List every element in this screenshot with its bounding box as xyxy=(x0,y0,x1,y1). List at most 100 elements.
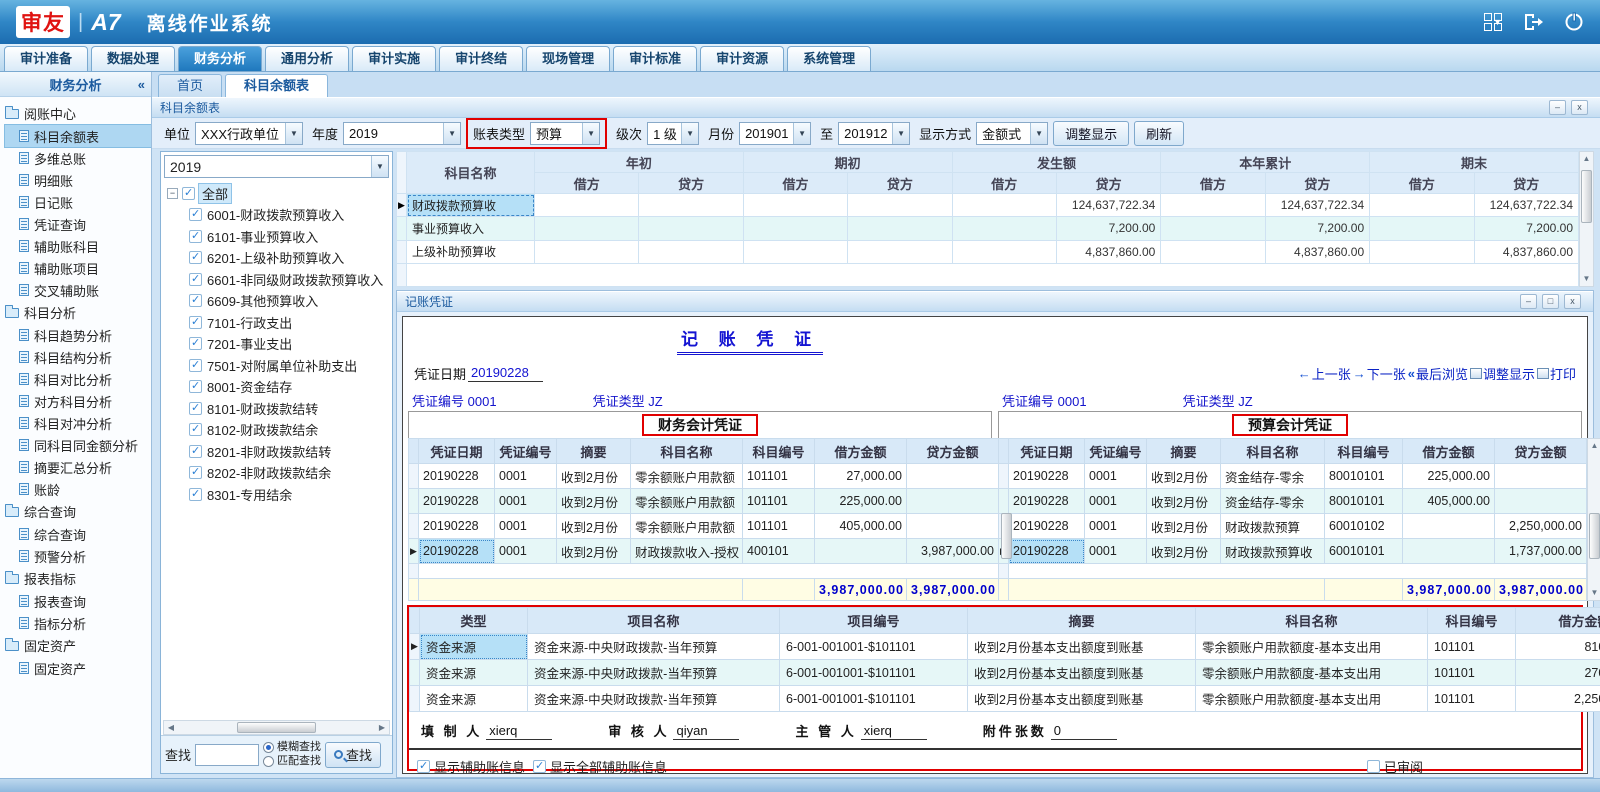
chevron-down-icon[interactable] xyxy=(582,123,599,144)
table-cell[interactable]: 7,200.00 xyxy=(1056,217,1160,240)
checkbox-icon[interactable] xyxy=(189,251,202,264)
account-tree-item[interactable]: 6001-财政拨款预算收入 xyxy=(167,204,392,226)
table-cell[interactable]: 80010101 xyxy=(1325,489,1403,514)
table-cell[interactable]: 6-001-001001-$101101 xyxy=(780,686,968,712)
table-cell[interactable]: 6-001-001001-$101101 xyxy=(780,660,968,686)
table-cell[interactable]: 2,250,000.00 xyxy=(1516,686,1600,712)
table-cell[interactable] xyxy=(952,194,1056,217)
col-subject-name[interactable]: 科目名称 xyxy=(1221,439,1325,464)
scrollbar-thumb[interactable] xyxy=(1001,513,1012,560)
table-cell[interactable] xyxy=(1370,240,1474,263)
chevron-down-icon[interactable] xyxy=(681,123,698,144)
col-summary[interactable]: 摘要 xyxy=(557,439,631,464)
vertical-scrollbar[interactable]: ▲ ▼ xyxy=(1579,151,1594,287)
scroll-right-arrow[interactable]: ▶ xyxy=(375,723,389,732)
minimize-button[interactable]: – xyxy=(1520,294,1537,309)
sidebar-group-yuezhang[interactable]: 阅账中心 xyxy=(5,102,151,125)
account-tree-item[interactable]: 7501-对附属单位补助支出 xyxy=(167,355,392,377)
sidebar-group-baobiao[interactable]: 报表指标 xyxy=(5,567,151,590)
table-cell[interactable]: 101101 xyxy=(743,514,815,539)
table-cell[interactable]: 上级补助预算收 xyxy=(407,240,535,263)
sidebar-item[interactable]: 交叉辅助账 xyxy=(5,279,151,301)
scroll-up-arrow[interactable]: ▲ xyxy=(1591,439,1599,453)
table-cell[interactable]: 101101 xyxy=(743,489,815,514)
scroll-left-arrow[interactable]: ◀ xyxy=(164,723,178,732)
checkbox-icon[interactable] xyxy=(189,359,202,372)
col-credit[interactable]: 贷方 xyxy=(1474,173,1578,194)
table-cell[interactable] xyxy=(1495,464,1587,489)
table-cell[interactable]: 7,200.00 xyxy=(1265,217,1369,240)
col-debit-amount[interactable]: 借方金额 xyxy=(815,439,907,464)
table-cell[interactable] xyxy=(907,489,999,514)
checkbox-icon[interactable] xyxy=(189,230,202,243)
table-row[interactable]: 201902280001收到2月份资金结存-零余80010101225,000.… xyxy=(999,464,1587,489)
table-cell[interactable]: 1,737,000.00 xyxy=(1495,539,1587,564)
account-tree-item[interactable]: 8201-非财政拨款结转 xyxy=(167,441,392,463)
tab-home[interactable]: 首页 xyxy=(158,74,222,97)
table-row[interactable]: ▶201902280001收到2月份财政拨款收入-授权4001013,987,0… xyxy=(409,539,999,564)
col-subject-code[interactable]: 科目编号 xyxy=(1428,608,1516,634)
table-cell[interactable]: 资金来源-中央财政拨款-当年预算 xyxy=(528,634,780,660)
table-cell[interactable]: 收到2月份 xyxy=(557,489,631,514)
checkbox-icon[interactable] xyxy=(189,273,202,286)
table-cell[interactable]: 收到2月份 xyxy=(557,514,631,539)
refresh-button[interactable]: 刷新 xyxy=(1134,121,1184,146)
account-tree-item[interactable]: 6201-上级补助预算收入 xyxy=(167,247,392,269)
col-project-code[interactable]: 项目编号 xyxy=(780,608,968,634)
account-tree-item[interactable]: 8202-非财政拨款结余 xyxy=(167,462,392,484)
table-cell[interactable]: 财政拨款预算 xyxy=(1221,514,1325,539)
col-subject-name[interactable]: 科目名称 xyxy=(1196,608,1428,634)
table-cell[interactable]: 0001 xyxy=(1085,489,1147,514)
col-group-periodstart[interactable]: 期初 xyxy=(743,152,952,173)
vertical-scrollbar[interactable]: ▲ ▼ xyxy=(1587,438,1600,601)
table-cell[interactable]: 零余额账户用款额 xyxy=(631,489,743,514)
col-debit-amount[interactable]: 借方金额 xyxy=(1403,439,1495,464)
table-cell[interactable]: 225,000.00 xyxy=(815,489,907,514)
checkbox-icon[interactable] xyxy=(189,337,202,350)
table-cell[interactable] xyxy=(639,240,743,263)
search-input[interactable] xyxy=(195,744,259,766)
table-cell[interactable]: 资金结存-零余 xyxy=(1221,464,1325,489)
table-cell[interactable]: 0001 xyxy=(1085,464,1147,489)
table-cell[interactable] xyxy=(1495,489,1587,514)
table-cell[interactable]: 资金来源 xyxy=(420,660,528,686)
display-mode-select[interactable]: 金额式 xyxy=(976,122,1048,145)
col-debit[interactable]: 借方 xyxy=(952,173,1056,194)
table-cell[interactable]: 零余额账户用款额度-基本支出用 xyxy=(1196,686,1428,712)
sidebar-item[interactable]: 科目对冲分析 xyxy=(5,412,151,434)
table-cell[interactable]: 收到2月份 xyxy=(1147,464,1221,489)
sidebar-item[interactable]: 多维总账 xyxy=(5,147,151,169)
sidebar-item[interactable]: 科目余额表 xyxy=(5,125,151,147)
main-tab[interactable]: 审计实施 xyxy=(352,46,436,71)
col-debit[interactable]: 借方 xyxy=(535,173,639,194)
sidebar-collapse-icon[interactable]: « xyxy=(138,77,145,92)
table-cell[interactable]: 零余额账户用款额 xyxy=(631,464,743,489)
table-row[interactable]: 资金来源资金来源-中央财政拨款-当年预算6-001-001001-$101101… xyxy=(410,660,1600,686)
col-group-occurred[interactable]: 发生额 xyxy=(952,152,1161,173)
table-cell[interactable]: 7,200.00 xyxy=(1474,217,1578,240)
collapse-expander-icon[interactable] xyxy=(167,188,178,199)
account-tree-item[interactable]: 6101-事业预算收入 xyxy=(167,226,392,248)
account-tree-item[interactable]: 8301-专用结余 xyxy=(167,484,392,506)
col-voucher-date[interactable]: 凭证日期 xyxy=(1009,439,1085,464)
exact-search-radio[interactable]: 匹配查找 xyxy=(263,755,321,768)
chevron-down-icon[interactable] xyxy=(793,123,810,144)
table-row[interactable]: 201902280001收到2月份零余额账户用款额10110127,000.00 xyxy=(409,464,999,489)
unit-select[interactable]: XXX行政单位 xyxy=(195,122,303,145)
col-summary[interactable]: 摘要 xyxy=(968,608,1196,634)
scroll-up-arrow[interactable]: ▲ xyxy=(1583,152,1591,166)
table-row[interactable]: 201902280001收到2月份零余额账户用款额101101225,000.0… xyxy=(409,489,999,514)
scrollbar-thumb[interactable] xyxy=(1581,170,1592,223)
tree-year-select[interactable]: 2019 xyxy=(164,155,389,178)
table-cell[interactable]: 3,987,000.00 xyxy=(907,539,999,564)
table-cell[interactable]: 零余额账户用款额度-基本支出用 xyxy=(1196,634,1428,660)
account-tree-item[interactable]: 6601-非同级财政拨款预算收入 xyxy=(167,269,392,291)
level-select[interactable]: 1 级 xyxy=(647,122,699,145)
table-cell[interactable]: 收到2月份 xyxy=(557,539,631,564)
main-tab[interactable]: 审计资源 xyxy=(700,46,784,71)
table-cell[interactable] xyxy=(535,240,639,263)
report-type-select[interactable]: 预算 xyxy=(530,122,600,145)
table-cell[interactable] xyxy=(639,217,743,240)
next-voucher-link[interactable]: → 下一张 xyxy=(1353,364,1406,383)
table-cell[interactable]: 101101 xyxy=(1428,660,1516,686)
